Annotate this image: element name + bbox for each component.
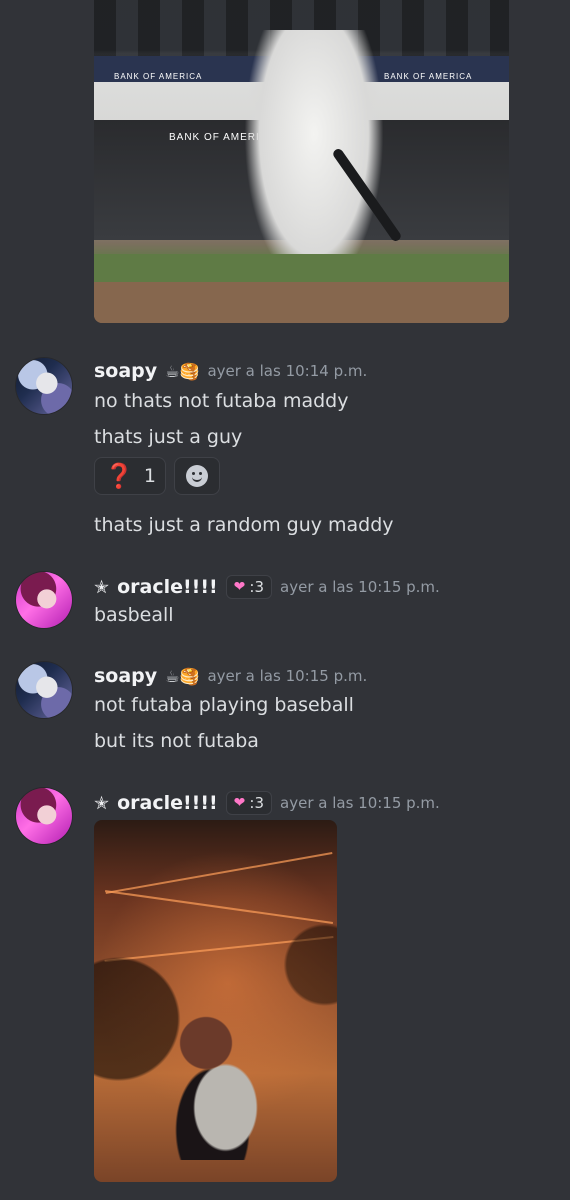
avatar[interactable] [16, 788, 72, 844]
shadow-overlay [94, 820, 337, 1182]
baseball-image-attachment[interactable]: BANK OF AMERICA BANK OF AMERICA BANK OF … [94, 0, 509, 323]
stadium-ad-text: BANK OF AMERICA [114, 72, 203, 81]
avatar[interactable] [16, 358, 72, 414]
star-prefix: ✭ [94, 792, 110, 814]
message-text: but its not futaba [94, 730, 259, 752]
heart-icon: ❤ [233, 579, 246, 595]
user-tag-badge: ❤ :3 [225, 791, 273, 815]
star-prefix: ✭ [94, 576, 110, 598]
message-header: soapy ☕🥞 ayer a las 10:15 p.m. [94, 663, 367, 689]
timestamp[interactable]: ayer a las 10:15 p.m. [280, 578, 440, 596]
anime-image-attachment[interactable] [94, 820, 337, 1182]
avatar[interactable] [16, 662, 72, 718]
infield-dirt [94, 282, 509, 323]
message-text: not futaba playing baseball [94, 694, 354, 716]
question-mark-icon: ❓ [104, 462, 134, 490]
timestamp[interactable]: ayer a las 10:15 p.m. [207, 667, 367, 685]
message-text: thats just a guy [94, 426, 243, 448]
message-header: ✭ oracle!!!! ❤ :3 ayer a las 10:15 p.m. [94, 790, 440, 816]
username[interactable]: oracle!!!! [117, 576, 218, 598]
heart-icon: ❤ [233, 795, 246, 811]
user-tag-badge: ❤ :3 [225, 575, 273, 599]
add-reaction-button[interactable] [174, 457, 220, 495]
timestamp[interactable]: ayer a las 10:15 p.m. [280, 794, 440, 812]
reaction-question[interactable]: ❓ 1 [94, 457, 166, 495]
stadium-ad-text: BANK OF AMERICA [384, 72, 473, 81]
username[interactable]: oracle!!!! [117, 792, 218, 814]
message-header: soapy ☕🥞 ayer a las 10:14 p.m. [94, 358, 367, 384]
message-text: no thats not futaba maddy [94, 390, 349, 412]
reactions-bar: ❓ 1 [94, 457, 220, 495]
badge-text: :3 [249, 578, 265, 596]
user-emoji: ☕🥞 [165, 666, 200, 686]
avatar[interactable] [16, 572, 72, 628]
timestamp[interactable]: ayer a las 10:14 p.m. [207, 362, 367, 380]
message-text: thats just a random guy maddy [94, 514, 394, 536]
reaction-count: 1 [143, 465, 156, 487]
batter [244, 30, 384, 290]
smiley-icon [186, 465, 208, 487]
grass [94, 254, 509, 282]
badge-text: :3 [249, 794, 265, 812]
username[interactable]: soapy [94, 665, 157, 687]
message-header: ✭ oracle!!!! ❤ :3 ayer a las 10:15 p.m. [94, 574, 440, 600]
username[interactable]: soapy [94, 360, 157, 382]
user-emoji: ☕🥞 [165, 361, 200, 381]
chat-view: BANK OF AMERICA BANK OF AMERICA BANK OF … [0, 0, 570, 1200]
message-text: basbeall [94, 604, 174, 626]
